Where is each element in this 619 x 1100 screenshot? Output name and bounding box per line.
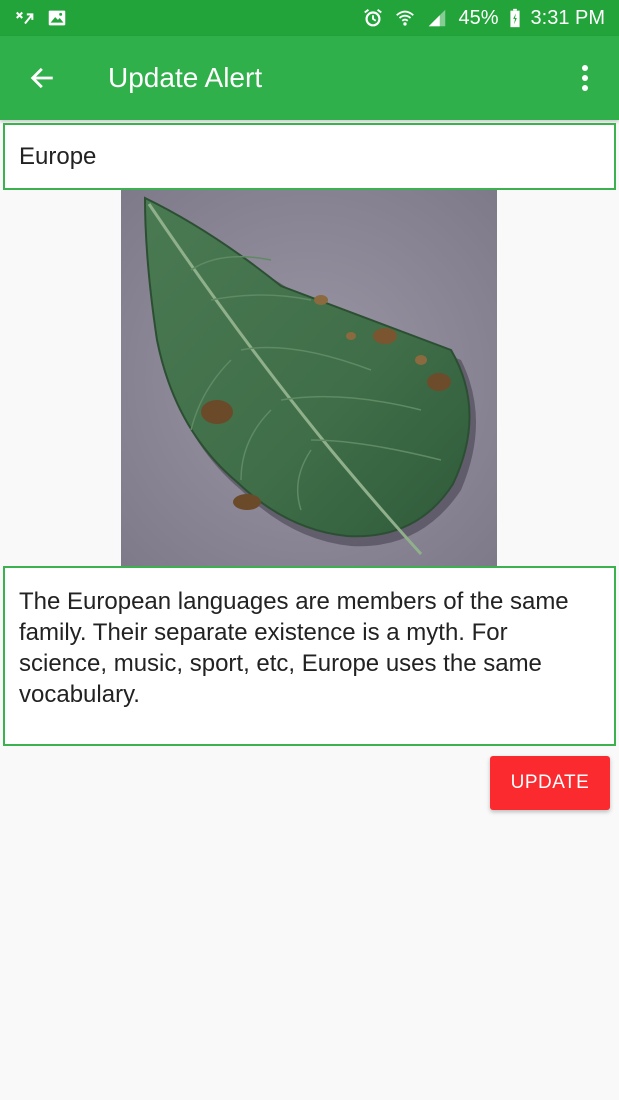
back-button[interactable] [16, 52, 68, 104]
status-left [14, 7, 68, 29]
image-icon [46, 7, 68, 29]
alert-image[interactable] [121, 190, 497, 566]
description-input[interactable]: The European languages are members of th… [3, 566, 616, 746]
battery-percent: 45% [458, 6, 499, 29]
status-bar: 45% 3:31 PM [0, 0, 619, 36]
overflow-menu-button[interactable] [565, 52, 605, 104]
status-right: 45% 3:31 PM [362, 7, 605, 30]
page-title: Update Alert [108, 62, 263, 93]
clock-time: 3:31 PM [530, 6, 605, 29]
more-vert-icon [582, 65, 588, 91]
alarm-icon [362, 7, 384, 29]
title-input[interactable]: Europe [3, 123, 616, 190]
battery-icon [509, 7, 521, 29]
no-signal-icon [14, 7, 36, 29]
arrow-back-icon [30, 67, 53, 89]
leaf-photo [121, 190, 497, 566]
update-button[interactable]: UPDATE [490, 756, 610, 810]
app-bar: Update Alert [0, 36, 619, 120]
wifi-icon [394, 7, 416, 29]
signal-icon [426, 7, 448, 29]
